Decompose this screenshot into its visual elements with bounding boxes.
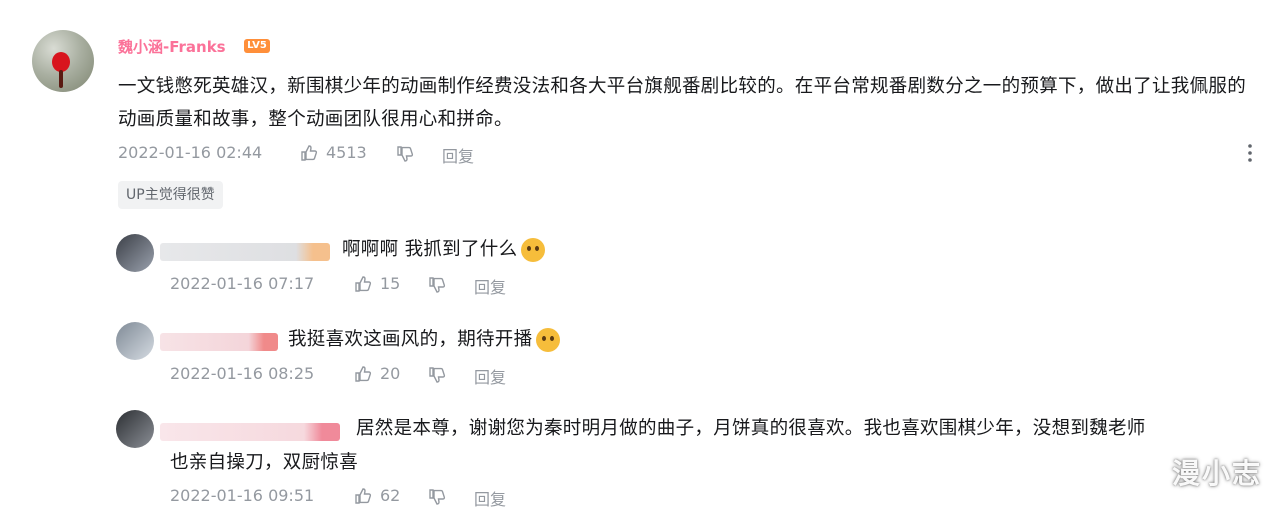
like-button[interactable]: 20 — [354, 364, 400, 383]
dislike-button[interactable] — [396, 145, 414, 163]
more-options-icon[interactable] — [1244, 142, 1256, 164]
reply-content: 居然是本尊，谢谢您为秦时明月做的曲子，月饼真的很喜欢。我也喜欢围棋少年，没想到魏… — [356, 418, 1146, 439]
cat-face-icon — [521, 238, 546, 262]
reply-text: 居然是本尊，谢谢您为秦时明月做的曲子，月饼真的很喜欢。我也喜欢围棋少年，没想到魏… — [356, 412, 1260, 445]
blurred-username — [160, 243, 330, 261]
blurred-username — [160, 423, 340, 441]
reply-time: 2022-01-16 09:51 — [170, 486, 315, 505]
reply-text-continued: 也亲自操刀，双厨惊喜 — [170, 446, 358, 479]
avatar-stem — [59, 70, 63, 88]
like-count: 62 — [380, 486, 401, 505]
reply-button[interactable]: 回复 — [474, 486, 506, 510]
reply-button[interactable]: 回复 — [442, 143, 474, 167]
reply-button[interactable]: 回复 — [474, 274, 506, 298]
thumbs-down-icon — [396, 145, 414, 163]
thumbs-up-icon — [354, 275, 372, 293]
username[interactable]: 魏小涵-Franks — [118, 36, 226, 57]
like-count: 4513 — [326, 143, 367, 162]
reply-content: 啊啊啊 我抓到了什么 — [342, 239, 518, 260]
shocked-face-icon — [536, 328, 561, 352]
reply-text: 啊啊啊 我抓到了什么 — [342, 233, 546, 266]
like-count: 15 — [380, 274, 401, 293]
thumbs-up-icon — [300, 144, 318, 162]
comment-time: 2022-01-16 02:44 — [118, 143, 263, 162]
reply-avatar[interactable] — [116, 322, 154, 360]
up-liked-badge: UP主觉得很赞 — [118, 181, 223, 209]
like-button[interactable]: 4513 — [300, 143, 367, 162]
watermark: 漫小志 — [1171, 457, 1262, 490]
reply-content: 我挺喜欢这画风的，期待开播 — [288, 329, 533, 350]
dislike-button[interactable] — [428, 488, 446, 506]
avatar-red-figure — [52, 52, 70, 72]
like-button[interactable]: 15 — [354, 274, 400, 293]
dislike-button[interactable] — [428, 276, 446, 294]
thumbs-down-icon — [428, 366, 446, 384]
thumbs-down-icon — [428, 276, 446, 294]
dislike-button[interactable] — [428, 366, 446, 384]
user-avatar[interactable] — [32, 30, 94, 92]
reply-content-line2: 也亲自操刀，双厨惊喜 — [170, 452, 359, 473]
level-badge: LV5 — [244, 39, 270, 53]
thumbs-down-icon — [428, 488, 446, 506]
reply-text: 我挺喜欢这画风的，期待开播 — [288, 323, 561, 356]
reply-time: 2022-01-16 08:25 — [170, 364, 315, 383]
thumbs-up-icon — [354, 365, 372, 383]
like-count: 20 — [380, 364, 401, 383]
like-button[interactable]: 62 — [354, 486, 400, 505]
reply-button[interactable]: 回复 — [474, 364, 506, 388]
thumbs-up-icon — [354, 487, 372, 505]
comment-content: 一文钱憋死英雄汉，新围棋少年的动画制作经费没法和各大平台旗舰番剧比较的。在平台常… — [118, 76, 1247, 130]
reply-time: 2022-01-16 07:17 — [170, 274, 315, 293]
blurred-username — [160, 333, 278, 351]
reply-avatar[interactable] — [116, 234, 154, 272]
reply-avatar[interactable] — [116, 410, 154, 448]
